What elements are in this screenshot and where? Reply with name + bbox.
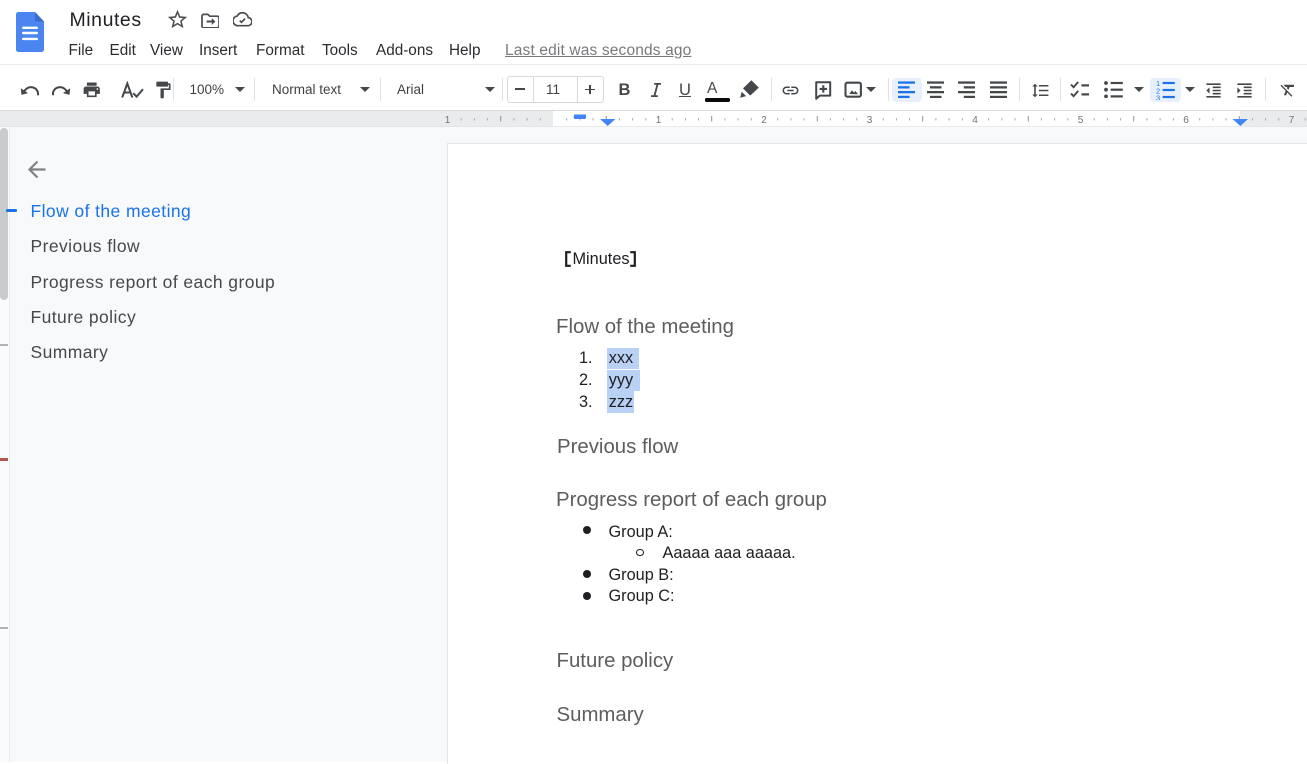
svg-text:5: 5 — [1078, 115, 1084, 126]
svg-text:7: 7 — [1289, 115, 1295, 126]
svg-text:6: 6 — [1183, 115, 1189, 126]
svg-text:4: 4 — [972, 115, 978, 126]
svg-text:1: 1 — [445, 115, 451, 126]
svg-text:3: 3 — [867, 115, 873, 126]
svg-text:1: 1 — [656, 115, 662, 126]
svg-text:2: 2 — [761, 115, 767, 126]
svg-text:3: 3 — [1156, 94, 1160, 101]
